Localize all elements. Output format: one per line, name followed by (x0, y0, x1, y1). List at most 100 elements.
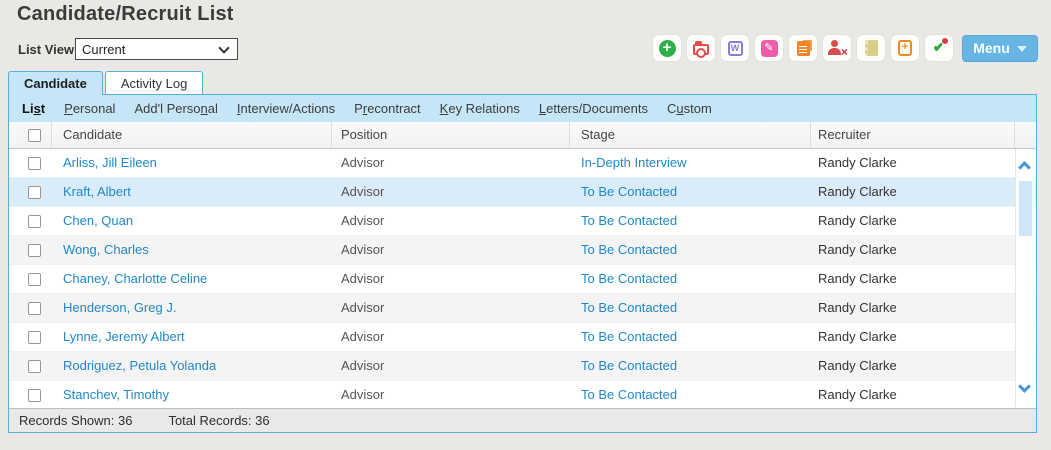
candidate-panel: List Personal Add'l Personal Interview/A… (8, 94, 1037, 433)
menu-button[interactable]: Menu (962, 34, 1038, 62)
row-checkbox[interactable] (28, 360, 41, 373)
recruiter-cell: Randy Clarke (818, 300, 897, 315)
stage-link[interactable]: In-Depth Interview (581, 149, 687, 177)
row-checkbox[interactable] (28, 244, 41, 257)
nav-item-letters-documents[interactable]: Letters/Documents (539, 101, 648, 116)
stage-link[interactable]: To Be Contacted (581, 381, 677, 407)
scroll-down-icon[interactable] (1018, 380, 1031, 393)
word-document-button[interactable] (720, 34, 750, 62)
candidate-link[interactable]: Lynne, Jeremy Albert (63, 323, 185, 351)
select-all-checkbox[interactable] (28, 129, 41, 142)
row-checkbox[interactable] (28, 157, 41, 170)
nav-item-interview-actions[interactable]: Interview/Actions (237, 101, 335, 116)
copy-documents-button[interactable] (788, 34, 818, 62)
tab-bar: Candidate Activity Log (8, 71, 204, 95)
sub-navigation: List Personal Add'l Personal Interview/A… (9, 95, 1036, 122)
row-checkbox[interactable] (28, 389, 41, 402)
recruiter-cell: Randy Clarke (818, 213, 897, 228)
table-row[interactable]: Stanchev, Timothy Advisor To Be Contacte… (9, 381, 1036, 407)
recruiter-cell: Randy Clarke (818, 271, 897, 286)
key-check-button[interactable] (924, 34, 954, 62)
add-icon (658, 39, 676, 57)
stage-link[interactable]: To Be Contacted (581, 178, 677, 206)
recruiter-cell: Randy Clarke (818, 358, 897, 373)
scroll-up-icon[interactable] (1018, 161, 1031, 174)
nav-item-personal[interactable]: Personal (64, 101, 115, 116)
scrollbar-thumb[interactable] (1019, 181, 1032, 236)
candidate-link[interactable]: Chaney, Charlotte Celine (63, 265, 207, 293)
vertical-scrollbar[interactable] (1015, 149, 1035, 407)
stage-link[interactable]: To Be Contacted (581, 207, 677, 235)
row-checkbox[interactable] (28, 186, 41, 199)
caret-down-icon (1016, 46, 1027, 52)
edit-button[interactable] (754, 34, 784, 62)
nav-item-list[interactable]: List (22, 101, 45, 116)
position-cell: Advisor (341, 387, 385, 402)
list-view-value: Current (82, 41, 126, 57)
candidate-link[interactable]: Arliss, Jill Eileen (63, 149, 157, 177)
position-cell: Advisor (341, 213, 385, 228)
table-row[interactable]: Rodriguez, Petula Yolanda Advisor To Be … (9, 352, 1036, 381)
table-row[interactable]: Henderson, Greg J. Advisor To Be Contact… (9, 294, 1036, 323)
table-row[interactable]: Arliss, Jill Eileen Advisor In-Depth Int… (9, 149, 1036, 178)
folder-record-icon (693, 40, 709, 58)
list-view-label: List View (18, 42, 75, 57)
position-cell: Advisor (341, 300, 385, 315)
table-row[interactable]: Chen, Quan Advisor To Be Contacted Randy… (9, 207, 1036, 236)
nav-item-addl-personal[interactable]: Add'l Personal (134, 101, 217, 116)
position-cell: Advisor (341, 155, 385, 170)
menu-button-label: Menu (973, 40, 1010, 56)
table-row[interactable]: Chaney, Charlotte Celine Advisor To Be C… (9, 265, 1036, 294)
candidate-link[interactable]: Wong, Charles (63, 236, 149, 264)
column-header-candidate[interactable]: Candidate (63, 122, 122, 148)
key-check-icon (933, 37, 950, 56)
remove-person-icon (827, 40, 847, 56)
nav-item-key-relations[interactable]: Key Relations (440, 101, 520, 116)
recruiter-cell: Randy Clarke (818, 242, 897, 257)
recruiter-cell: Randy Clarke (818, 329, 897, 344)
candidate-link[interactable]: Stanchev, Timothy (63, 381, 169, 407)
column-header-position[interactable]: Position (341, 122, 387, 148)
row-checkbox[interactable] (28, 302, 41, 315)
add-record-button[interactable] (652, 34, 682, 62)
position-cell: Advisor (341, 271, 385, 286)
column-header-stage[interactable]: Stage (581, 122, 615, 148)
table-row[interactable]: Lynne, Jeremy Albert Advisor To Be Conta… (9, 323, 1036, 352)
add-document-icon (898, 40, 912, 56)
toolbar: Menu (652, 34, 1038, 62)
position-cell: Advisor (341, 242, 385, 257)
recruiter-cell: Randy Clarke (818, 387, 897, 402)
nav-item-precontract[interactable]: Precontract (354, 101, 421, 116)
position-cell: Advisor (341, 184, 385, 199)
folder-record-button[interactable] (686, 34, 716, 62)
list-view-select[interactable]: Current (75, 38, 238, 60)
stage-link[interactable]: To Be Contacted (581, 294, 677, 322)
total-records: Total Records: 36 (168, 413, 270, 428)
stage-link[interactable]: To Be Contacted (581, 352, 677, 380)
add-document-button[interactable] (890, 34, 920, 62)
candidate-link[interactable]: Henderson, Greg J. (63, 294, 176, 322)
edit-icon (760, 39, 778, 57)
table-header: Candidate Position Stage Recruiter (9, 122, 1036, 149)
stage-link[interactable]: To Be Contacted (581, 323, 677, 351)
row-checkbox[interactable] (28, 215, 41, 228)
notepad-icon (864, 40, 878, 56)
candidate-link[interactable]: Chen, Quan (63, 207, 133, 235)
nav-item-custom[interactable]: Custom (667, 101, 712, 116)
tab-activity-log[interactable]: Activity Log (104, 71, 204, 94)
notepad-button[interactable] (856, 34, 886, 62)
row-checkbox[interactable] (28, 331, 41, 344)
copy-documents-icon (796, 40, 810, 56)
chevron-down-icon (218, 42, 230, 54)
stage-link[interactable]: To Be Contacted (581, 265, 677, 293)
position-cell: Advisor (341, 329, 385, 344)
column-header-recruiter[interactable]: Recruiter (818, 122, 871, 148)
row-checkbox[interactable] (28, 273, 41, 286)
remove-person-button[interactable] (822, 34, 852, 62)
table-row[interactable]: Kraft, Albert Advisor To Be Contacted Ra… (9, 178, 1036, 207)
candidate-link[interactable]: Rodriguez, Petula Yolanda (63, 352, 216, 380)
stage-link[interactable]: To Be Contacted (581, 236, 677, 264)
tab-candidate[interactable]: Candidate (8, 71, 103, 95)
table-row[interactable]: Wong, Charles Advisor To Be Contacted Ra… (9, 236, 1036, 265)
candidate-link[interactable]: Kraft, Albert (63, 178, 131, 206)
